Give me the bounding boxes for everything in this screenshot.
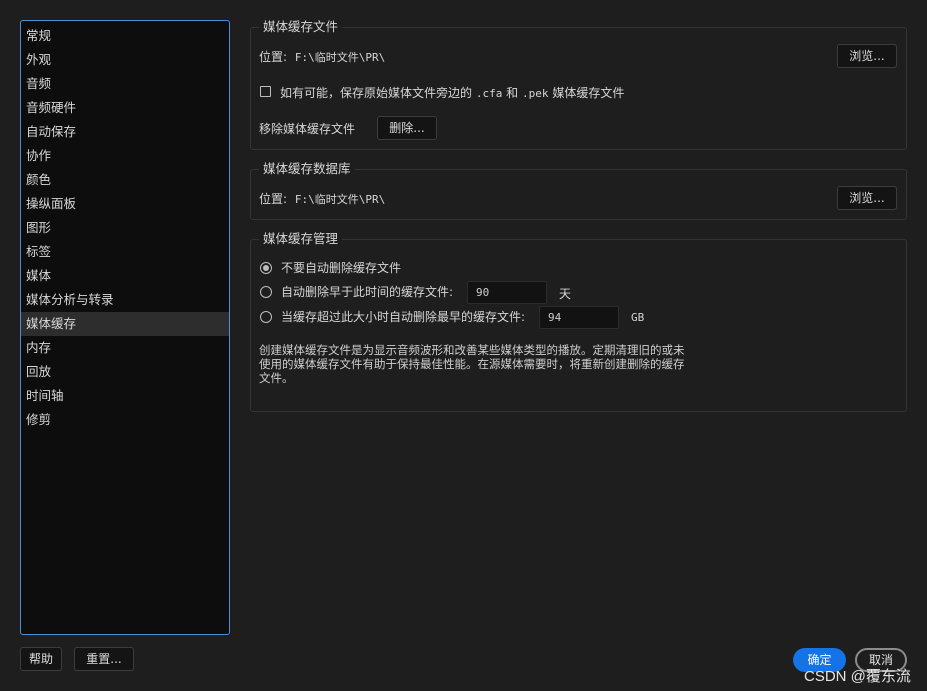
browse-button[interactable]: 浏览... [837, 44, 897, 68]
sidebar-item-auto-save[interactable]: 自动保存 [21, 120, 229, 144]
db-location-label: 位置: F:\临时文件\PR\ [259, 192, 386, 206]
reset-button[interactable]: 重置... [74, 647, 134, 671]
sidebar-item-audio[interactable]: 音频 [21, 72, 229, 96]
group-title: 媒体缓存数据库 [259, 161, 355, 177]
sidebar-item-media[interactable]: 媒体 [21, 264, 229, 288]
delete-over-size-radio[interactable] [260, 311, 272, 323]
watermark: CSDN @覆东流 [804, 668, 911, 685]
sidebar-item-general[interactable]: 常规 [21, 24, 229, 48]
db-location-path: F:\临时文件\PR\ [294, 193, 386, 206]
sidebar-item-graphics[interactable]: 图形 [21, 216, 229, 240]
sidebar-item-audio-hardware[interactable]: 音频硬件 [21, 96, 229, 120]
sidebar-item-collaboration[interactable]: 协作 [21, 144, 229, 168]
sidebar-item-labels[interactable]: 标签 [21, 240, 229, 264]
help-button[interactable]: 帮助 [20, 647, 62, 671]
sidebar-item-trim[interactable]: 修剪 [21, 408, 229, 432]
sidebar-item-media-cache[interactable]: 媒体缓存 [21, 312, 229, 336]
delete-cache-button[interactable]: 删除... [377, 116, 437, 140]
group-title: 媒体缓存管理 [259, 231, 343, 247]
size-input[interactable]: 94 [539, 306, 619, 329]
location-label: 位置: F:\临时文件\PR\ [259, 50, 386, 64]
sidebar-item-media-analysis[interactable]: 媒体分析与转录 [21, 288, 229, 312]
save-next-to-originals-checkbox[interactable] [260, 86, 271, 97]
db-browse-button[interactable]: 浏览... [837, 186, 897, 210]
sidebar-item-timeline[interactable]: 时间轴 [21, 384, 229, 408]
days-input[interactable]: 90 [467, 281, 547, 304]
sidebar-item-color[interactable]: 颜色 [21, 168, 229, 192]
sidebar-item-control-surface[interactable]: 操纵面板 [21, 192, 229, 216]
cache-description: 创建媒体缓存文件是为显示音频波形和改善某些媒体类型的播放。定期清理旧的或未使用的… [259, 343, 685, 385]
preferences-sidebar: 常规 外观 音频 音频硬件 自动保存 协作 颜色 操纵面板 图形 标签 媒体 媒… [20, 20, 230, 635]
sidebar-item-playback[interactable]: 回放 [21, 360, 229, 384]
delete-older-radio[interactable] [260, 286, 272, 298]
no-auto-delete-label: 不要自动删除缓存文件 [281, 261, 402, 275]
group-title: 媒体缓存文件 [259, 19, 343, 35]
remove-cache-label: 移除媒体缓存文件 [259, 122, 356, 136]
delete-older-label: 自动删除早于此时间的缓存文件: [281, 285, 454, 299]
location-path: F:\临时文件\PR\ [294, 51, 386, 64]
save-next-to-originals-label: 如有可能，保存原始媒体文件旁边的 .cfa 和 .pek 媒体缓存文件 [280, 86, 625, 100]
size-unit: GB [631, 311, 645, 324]
sidebar-item-appearance[interactable]: 外观 [21, 48, 229, 72]
sidebar-item-memory[interactable]: 内存 [21, 336, 229, 360]
delete-over-size-label: 当缓存超过此大小时自动删除最早的缓存文件: [281, 310, 526, 324]
no-auto-delete-radio[interactable] [260, 262, 272, 274]
days-unit: 天 [559, 287, 572, 301]
